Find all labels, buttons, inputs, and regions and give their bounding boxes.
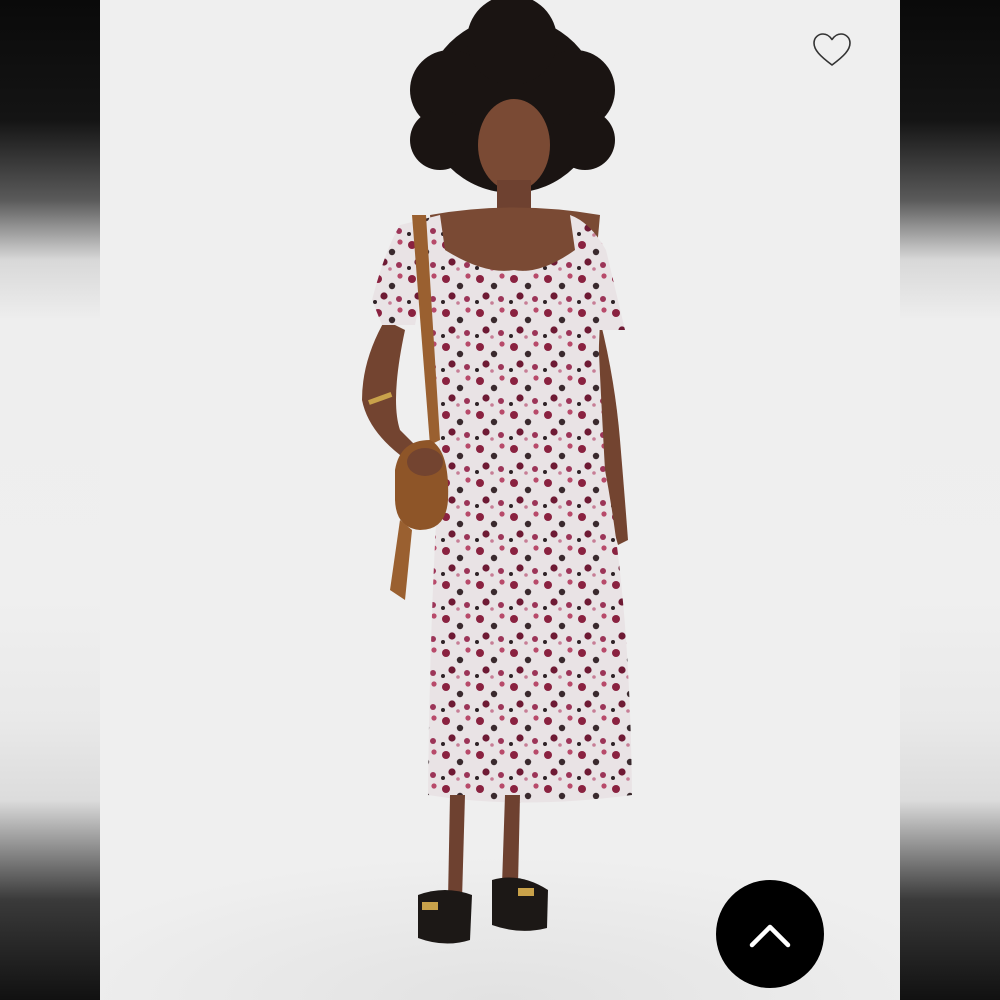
favorite-button[interactable] xyxy=(810,30,854,70)
product-image-viewer xyxy=(0,0,1000,1000)
sandal-left xyxy=(418,890,472,944)
product-photo[interactable] xyxy=(100,0,900,1000)
blurred-backdrop-right xyxy=(900,0,1000,1000)
scroll-to-top-button[interactable] xyxy=(716,880,824,988)
sandal-right xyxy=(492,877,548,931)
heart-outline-icon xyxy=(813,33,851,66)
blurred-backdrop-left xyxy=(0,0,100,1000)
model-wearing-floral-midi-dress xyxy=(100,0,900,1000)
chevron-up-icon xyxy=(749,924,791,948)
